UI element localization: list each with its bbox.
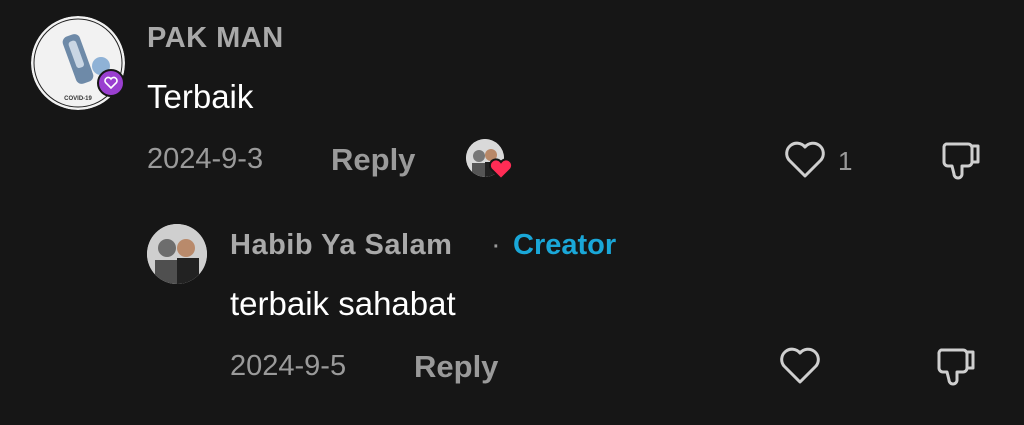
reply-reply-button[interactable]: Reply <box>414 349 498 385</box>
reply-avatar[interactable] <box>147 224 207 284</box>
creator-liked-heart-icon <box>488 157 514 181</box>
comment-like-heart-icon[interactable] <box>783 139 827 181</box>
commenter-username[interactable]: PAK MAN <box>147 22 284 55</box>
svg-text:COVID-19: COVID-19 <box>64 96 92 102</box>
comment-reply-button[interactable]: Reply <box>331 142 415 178</box>
reply-text: terbaik sahabat <box>230 285 456 322</box>
reply-separator: · <box>491 229 501 261</box>
reply-username[interactable]: Habib Ya Salam <box>230 229 452 262</box>
reply-date: 2024-9-5 <box>230 350 347 382</box>
reply-like-heart-icon[interactable] <box>778 345 822 387</box>
creator-badge: Creator <box>513 229 617 261</box>
comment-date: 2024-9-3 <box>147 143 264 175</box>
comment-dislike-icon[interactable] <box>938 138 984 182</box>
comment-text: Terbaik <box>147 78 254 115</box>
reply-dislike-icon[interactable] <box>933 344 979 388</box>
comment-like-count: 1 <box>838 146 853 176</box>
commenter-avatar-badge <box>97 69 125 97</box>
